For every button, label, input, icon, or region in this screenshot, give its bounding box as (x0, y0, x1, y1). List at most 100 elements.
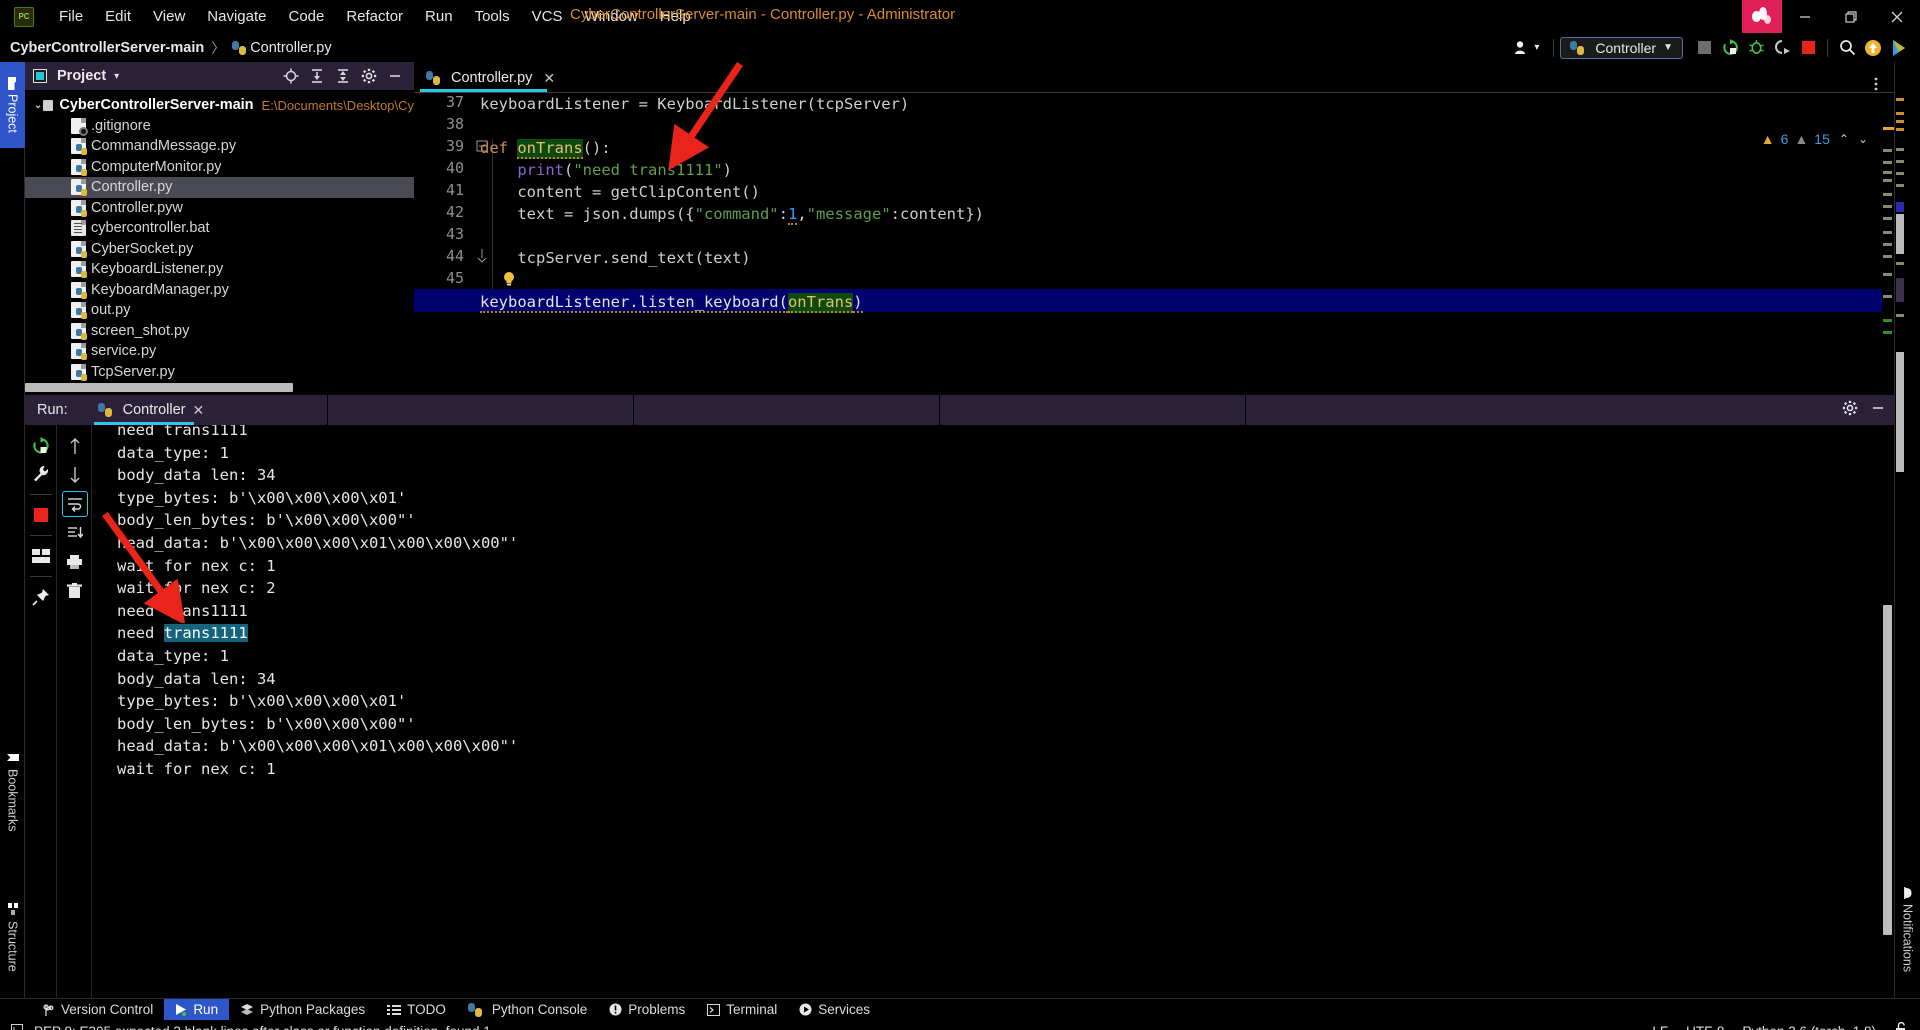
clear-all-icon[interactable] (62, 578, 88, 604)
tree-item-computermonitor[interactable]: ComputerMonitor.py (25, 157, 414, 178)
soft-wrap-icon[interactable] (61, 491, 88, 517)
scroll-up-icon[interactable] (62, 433, 88, 459)
tree-item-screen-shot[interactable]: screen_shot.py (25, 321, 414, 342)
run-configuration-label: Controller (1595, 39, 1657, 56)
encoding-indicator[interactable]: UTF-8 (1686, 1024, 1724, 1030)
prev-problem-icon[interactable]: ⌃ (1839, 132, 1849, 146)
menu-tools[interactable]: Tools (464, 4, 521, 29)
sidebar-item-project[interactable]: Project (0, 62, 25, 148)
bottom-tab-services[interactable]: Services (788, 999, 881, 1021)
sidebar-item-bookmarks[interactable]: Bookmarks (0, 745, 25, 838)
close-button[interactable] (1874, 0, 1920, 33)
chevron-down-icon[interactable]: ▾ (114, 71, 119, 82)
debug-icon[interactable] (1743, 35, 1769, 61)
editor-tab-label: Controller.py (451, 70, 533, 86)
tree-item-controller-pyw[interactable]: Controller.pyw (25, 198, 414, 219)
search-icon[interactable] (1834, 35, 1860, 61)
layout-icon[interactable] (28, 543, 54, 569)
tree-item-cybersocket[interactable]: CyberSocket.py (25, 239, 414, 260)
tree-item-commandmessage[interactable]: CommandMessage.py (25, 136, 414, 157)
update-icon[interactable] (1860, 35, 1886, 61)
tree-item-cybercontroller-bat[interactable]: cybercontroller.bat (25, 218, 414, 239)
menu-code[interactable]: Code (277, 4, 335, 29)
wrench-icon[interactable] (28, 461, 54, 487)
close-icon[interactable]: ✕ (193, 402, 205, 419)
maximize-restore-button[interactable] (1828, 0, 1874, 33)
editor-more-actions[interactable] (1868, 76, 1894, 92)
coverage-icon[interactable] (1769, 35, 1795, 61)
settings-gear-icon[interactable] (1842, 400, 1858, 421)
editor-gutter[interactable]: 37 38 39 40 41 42 43 44 45 46 (414, 93, 474, 395)
rerun-icon[interactable] (1717, 35, 1743, 61)
bottom-tab-run[interactable]: Run (164, 998, 230, 1021)
interpreter-indicator[interactable]: Python 3.6 (torch_1.8) (1742, 1024, 1876, 1030)
bottom-tab-terminal[interactable]: Terminal (696, 999, 788, 1021)
editor-tab-controller-py[interactable]: Controller.py ✕ (414, 64, 566, 92)
bottom-tab-problems[interactable]: Problems (598, 999, 696, 1021)
menu-navigate[interactable]: Navigate (196, 4, 277, 29)
pin-icon[interactable] (28, 584, 54, 610)
menu-view[interactable]: View (142, 4, 196, 29)
bottom-tab-python-packages[interactable]: Python Packages (229, 999, 376, 1021)
settings-gear-icon[interactable] (358, 65, 380, 87)
jetbrains-badge-icon[interactable] (1742, 0, 1782, 33)
menu-run[interactable]: Run (414, 4, 464, 29)
ide-logo-icon[interactable] (1886, 35, 1912, 61)
python-icon (1570, 40, 1585, 55)
sidebar-item-structure[interactable]: Structure (0, 897, 25, 978)
console-output[interactable]: need trans1111 data_type: 1 body_data le… (93, 425, 1880, 998)
tree-item-keyboardmanager[interactable]: KeyboardManager.py (25, 280, 414, 301)
scroll-to-end-icon[interactable] (62, 520, 88, 546)
hide-panel-icon[interactable] (1870, 400, 1886, 421)
editor-marker-bar[interactable] (1882, 123, 1894, 395)
stop-gray-icon[interactable] (1691, 35, 1717, 61)
collapse-all-icon[interactable] (332, 65, 354, 87)
print-icon[interactable] (62, 549, 88, 575)
python-console-icon (467, 1002, 482, 1017)
chevron-expanded-icon[interactable]: ⌄ (33, 100, 43, 111)
line-number: 41 (445, 181, 464, 199)
close-icon[interactable]: ✕ (543, 70, 555, 87)
scroll-down-icon[interactable] (62, 462, 88, 488)
tree-item-keyboardlistener[interactable]: KeyboardListener.py (25, 259, 414, 280)
menu-edit[interactable]: Edit (94, 4, 142, 29)
locate-icon[interactable] (280, 65, 302, 87)
menu-refactor[interactable]: Refactor (335, 4, 414, 29)
sidebar-item-notifications[interactable]: Notifications (1895, 881, 1920, 978)
menu-file[interactable]: File (48, 4, 94, 29)
bottom-tab-python-console[interactable]: Python Console (457, 999, 598, 1021)
python-file-icon (71, 138, 87, 156)
tree-item-controller-py[interactable]: Controller.py (25, 177, 414, 198)
line-separator-indicator[interactable]: LF (1652, 1024, 1668, 1030)
breadcrumb-file[interactable]: Controller.py (250, 40, 331, 56)
rerun-icon[interactable] (28, 433, 54, 459)
hide-panel-icon[interactable] (384, 65, 406, 87)
tree-item-gitignore[interactable]: .gitignore (25, 116, 414, 137)
project-tool-window: Project ▾ ⌄ CyberControllerServer-main E… (25, 62, 414, 395)
minimize-button[interactable] (1782, 0, 1828, 33)
project-file-tree[interactable]: ⌄ CyberControllerServer-main E:\Document… (25, 91, 414, 391)
stop-red-icon[interactable] (1795, 35, 1821, 61)
inspection-widget[interactable]: ▲ 6 ▲ 15 ⌃ ⌄ (1761, 125, 1868, 153)
line-number: 44 (445, 247, 464, 265)
bottom-tab-todo[interactable]: TODO (376, 999, 457, 1021)
tree-item-out[interactable]: out.py (25, 300, 414, 321)
bottom-tab-version-control[interactable]: Version Control (32, 999, 164, 1021)
editor-code-area[interactable]: 37 38 39 40 41 42 43 44 45 46 (414, 92, 1894, 395)
next-problem-icon[interactable]: ⌄ (1858, 132, 1868, 146)
account-button[interactable]: ▾ (1506, 40, 1547, 55)
python-file-icon (71, 261, 87, 279)
unlocked-icon[interactable] (1894, 1021, 1908, 1030)
tree-item-tcpserver[interactable]: TcpServer.py (25, 362, 414, 383)
menu-vcs[interactable]: VCS (521, 4, 574, 29)
console-vertical-scrollbar[interactable] (1883, 605, 1892, 935)
run-tab-controller[interactable]: Controller ✕ (86, 395, 217, 425)
tree-item-service[interactable]: service.py (25, 341, 414, 362)
run-configuration-selector[interactable]: Controller ▼ (1560, 36, 1683, 59)
expand-all-icon[interactable] (306, 65, 328, 87)
stop-icon[interactable] (28, 502, 54, 528)
project-horizontal-scrollbar[interactable] (25, 383, 293, 392)
left-tool-window-strip: Project Bookmarks Structure (0, 62, 25, 998)
breadcrumb-project[interactable]: CyberControllerServer-main (10, 40, 204, 56)
tree-root-node[interactable]: ⌄ CyberControllerServer-main E:\Document… (25, 95, 414, 116)
